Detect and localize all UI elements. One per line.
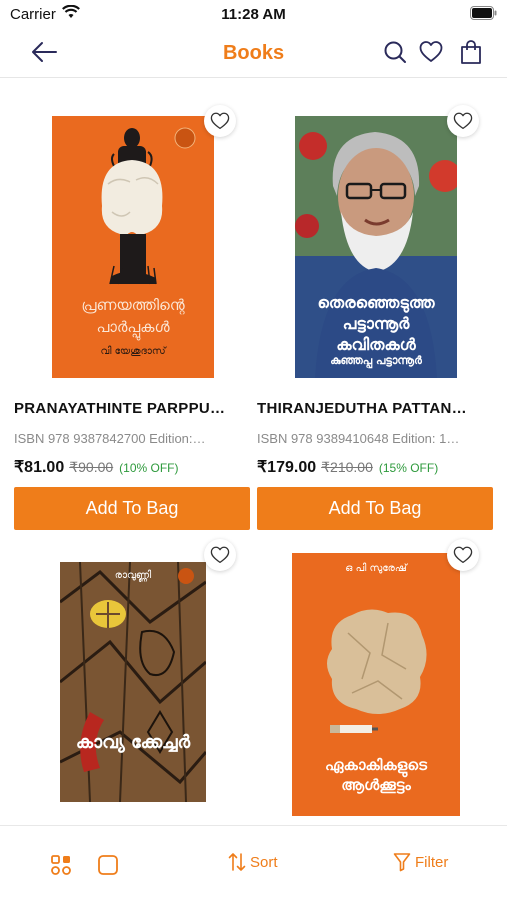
discount-label: (15% OFF)	[378, 461, 439, 475]
single-view-icon[interactable]	[97, 854, 119, 876]
product-image-container[interactable]: രാവുണ്ണി കാവ്യ ക്കേച്ചർ	[14, 529, 250, 814]
original-price: ₹90.00	[69, 459, 114, 475]
book-cover-image[interactable]: തെരഞ്ഞെടുത്ത പട്ടാന്നൂർ കവിതകൾ കുഞ്ഞപ്പ …	[295, 116, 457, 378]
cover-title-text: കാവ്യ ക്കേച്ചർ	[75, 732, 191, 753]
book-cover-image[interactable]: പ്രണയത്തിന്റെ പാർപ്പുകൾ വി യേശുദാസ്	[52, 116, 214, 378]
cover-author-text: രാവുണ്ണി	[114, 570, 152, 581]
product-image-container[interactable]: പ്രണയത്തിന്റെ പാർപ്പുകൾ വി യേശുദാസ്	[14, 95, 250, 380]
app-header: Books	[0, 30, 507, 78]
price-row: ₹179.00 ₹210.00 (15% OFF)	[257, 457, 493, 477]
grid-view-icon[interactable]	[50, 854, 72, 876]
status-bar: Carrier 11:28 AM	[0, 0, 507, 30]
heart-outline-icon	[210, 112, 230, 130]
product-card[interactable]: ഒ പി സുരേഷ് ഏകാകികളുടെ ആൾക്കൂട്ടം	[257, 529, 493, 816]
add-to-wishlist-button[interactable]	[447, 105, 479, 137]
filter-button[interactable]: Filter	[393, 852, 448, 872]
add-to-bag-button[interactable]: Add To Bag	[257, 487, 493, 530]
product-card[interactable]: രാവുണ്ണി കാവ്യ ക്കേച്ചർ	[14, 529, 250, 814]
cover-author-text: ഒ പി സുരേഷ്	[345, 563, 407, 574]
product-card[interactable]: തെരഞ്ഞെടുത്ത പട്ടാന്നൂർ കവിതകൾ കുഞ്ഞപ്പ …	[257, 95, 493, 530]
sort-label: Sort	[250, 853, 278, 871]
cover-title-text: ഏകാകികളുടെ ആൾക്കൂട്ടം	[325, 756, 427, 794]
book-cover-image[interactable]: രാവുണ്ണി കാവ്യ ക്കേച്ചർ	[60, 562, 206, 802]
cover-author-text: കുഞ്ഞപ്പ പട്ടാന്നൂർ	[330, 354, 422, 367]
product-isbn: ISBN 978 9387842700 Edition:…	[14, 431, 206, 446]
sale-price: ₹81.00	[14, 459, 65, 476]
heart-outline-icon	[453, 112, 473, 130]
wishlist-heart-icon[interactable]	[419, 39, 443, 65]
original-price: ₹210.00	[321, 459, 373, 475]
add-to-wishlist-button[interactable]	[204, 105, 236, 137]
cover-title-text: പ്രണയത്തിന്റെ പാർപ്പുകൾ	[81, 296, 185, 336]
product-title[interactable]: THIRANJEDUTHA PATTAN…	[257, 400, 493, 417]
add-to-wishlist-button[interactable]	[447, 539, 479, 571]
shopping-bag-icon[interactable]	[459, 39, 483, 65]
bottom-toolbar: Sort Filter	[0, 825, 507, 900]
book-cover-image[interactable]: ഒ പി സുരേഷ് ഏകാകികളുടെ ആൾക്കൂട്ടം	[292, 553, 460, 816]
product-isbn: ISBN 978 9389410648 Edition: 1…	[257, 431, 460, 446]
sale-price: ₹179.00	[257, 459, 317, 476]
product-image-container[interactable]: തെരഞ്ഞെടുത്ത പട്ടാന്നൂർ കവിതകൾ കുഞ്ഞപ്പ …	[257, 95, 493, 380]
cover-author-text: വി യേശുദാസ്	[100, 346, 166, 357]
cover-art	[101, 127, 196, 285]
filter-funnel-icon	[393, 853, 411, 872]
add-to-bag-button[interactable]: Add To Bag	[14, 487, 250, 530]
product-image-container[interactable]: ഒ പി സുരേഷ് ഏകാകികളുടെ ആൾക്കൂട്ടം	[257, 529, 493, 816]
battery-icon	[470, 6, 497, 20]
sort-arrows-icon	[228, 853, 246, 871]
sort-button[interactable]: Sort	[228, 852, 278, 872]
search-icon[interactable]	[383, 39, 407, 65]
product-title[interactable]: PRANAYATHINTE PARPPU…	[14, 400, 250, 417]
filter-label: Filter	[415, 853, 449, 871]
heart-outline-icon	[210, 546, 230, 564]
add-to-wishlist-button[interactable]	[204, 539, 236, 571]
product-grid: പ്രണയത്തിന്റെ പാർപ്പുകൾ വി യേശുദാസ് PRAN…	[0, 79, 507, 825]
cover-art	[60, 562, 206, 802]
status-time: 11:28 AM	[221, 6, 286, 23]
heart-outline-icon	[453, 546, 473, 564]
cover-title-text: തെരഞ്ഞെടുത്ത പട്ടാന്നൂർ കവിതകൾ	[317, 293, 435, 354]
discount-label: (10% OFF)	[119, 461, 179, 475]
product-card[interactable]: പ്രണയത്തിന്റെ പാർപ്പുകൾ വി യേശുദാസ് PRAN…	[14, 95, 250, 530]
price-row: ₹81.00 ₹90.00 (10% OFF)	[14, 457, 250, 477]
